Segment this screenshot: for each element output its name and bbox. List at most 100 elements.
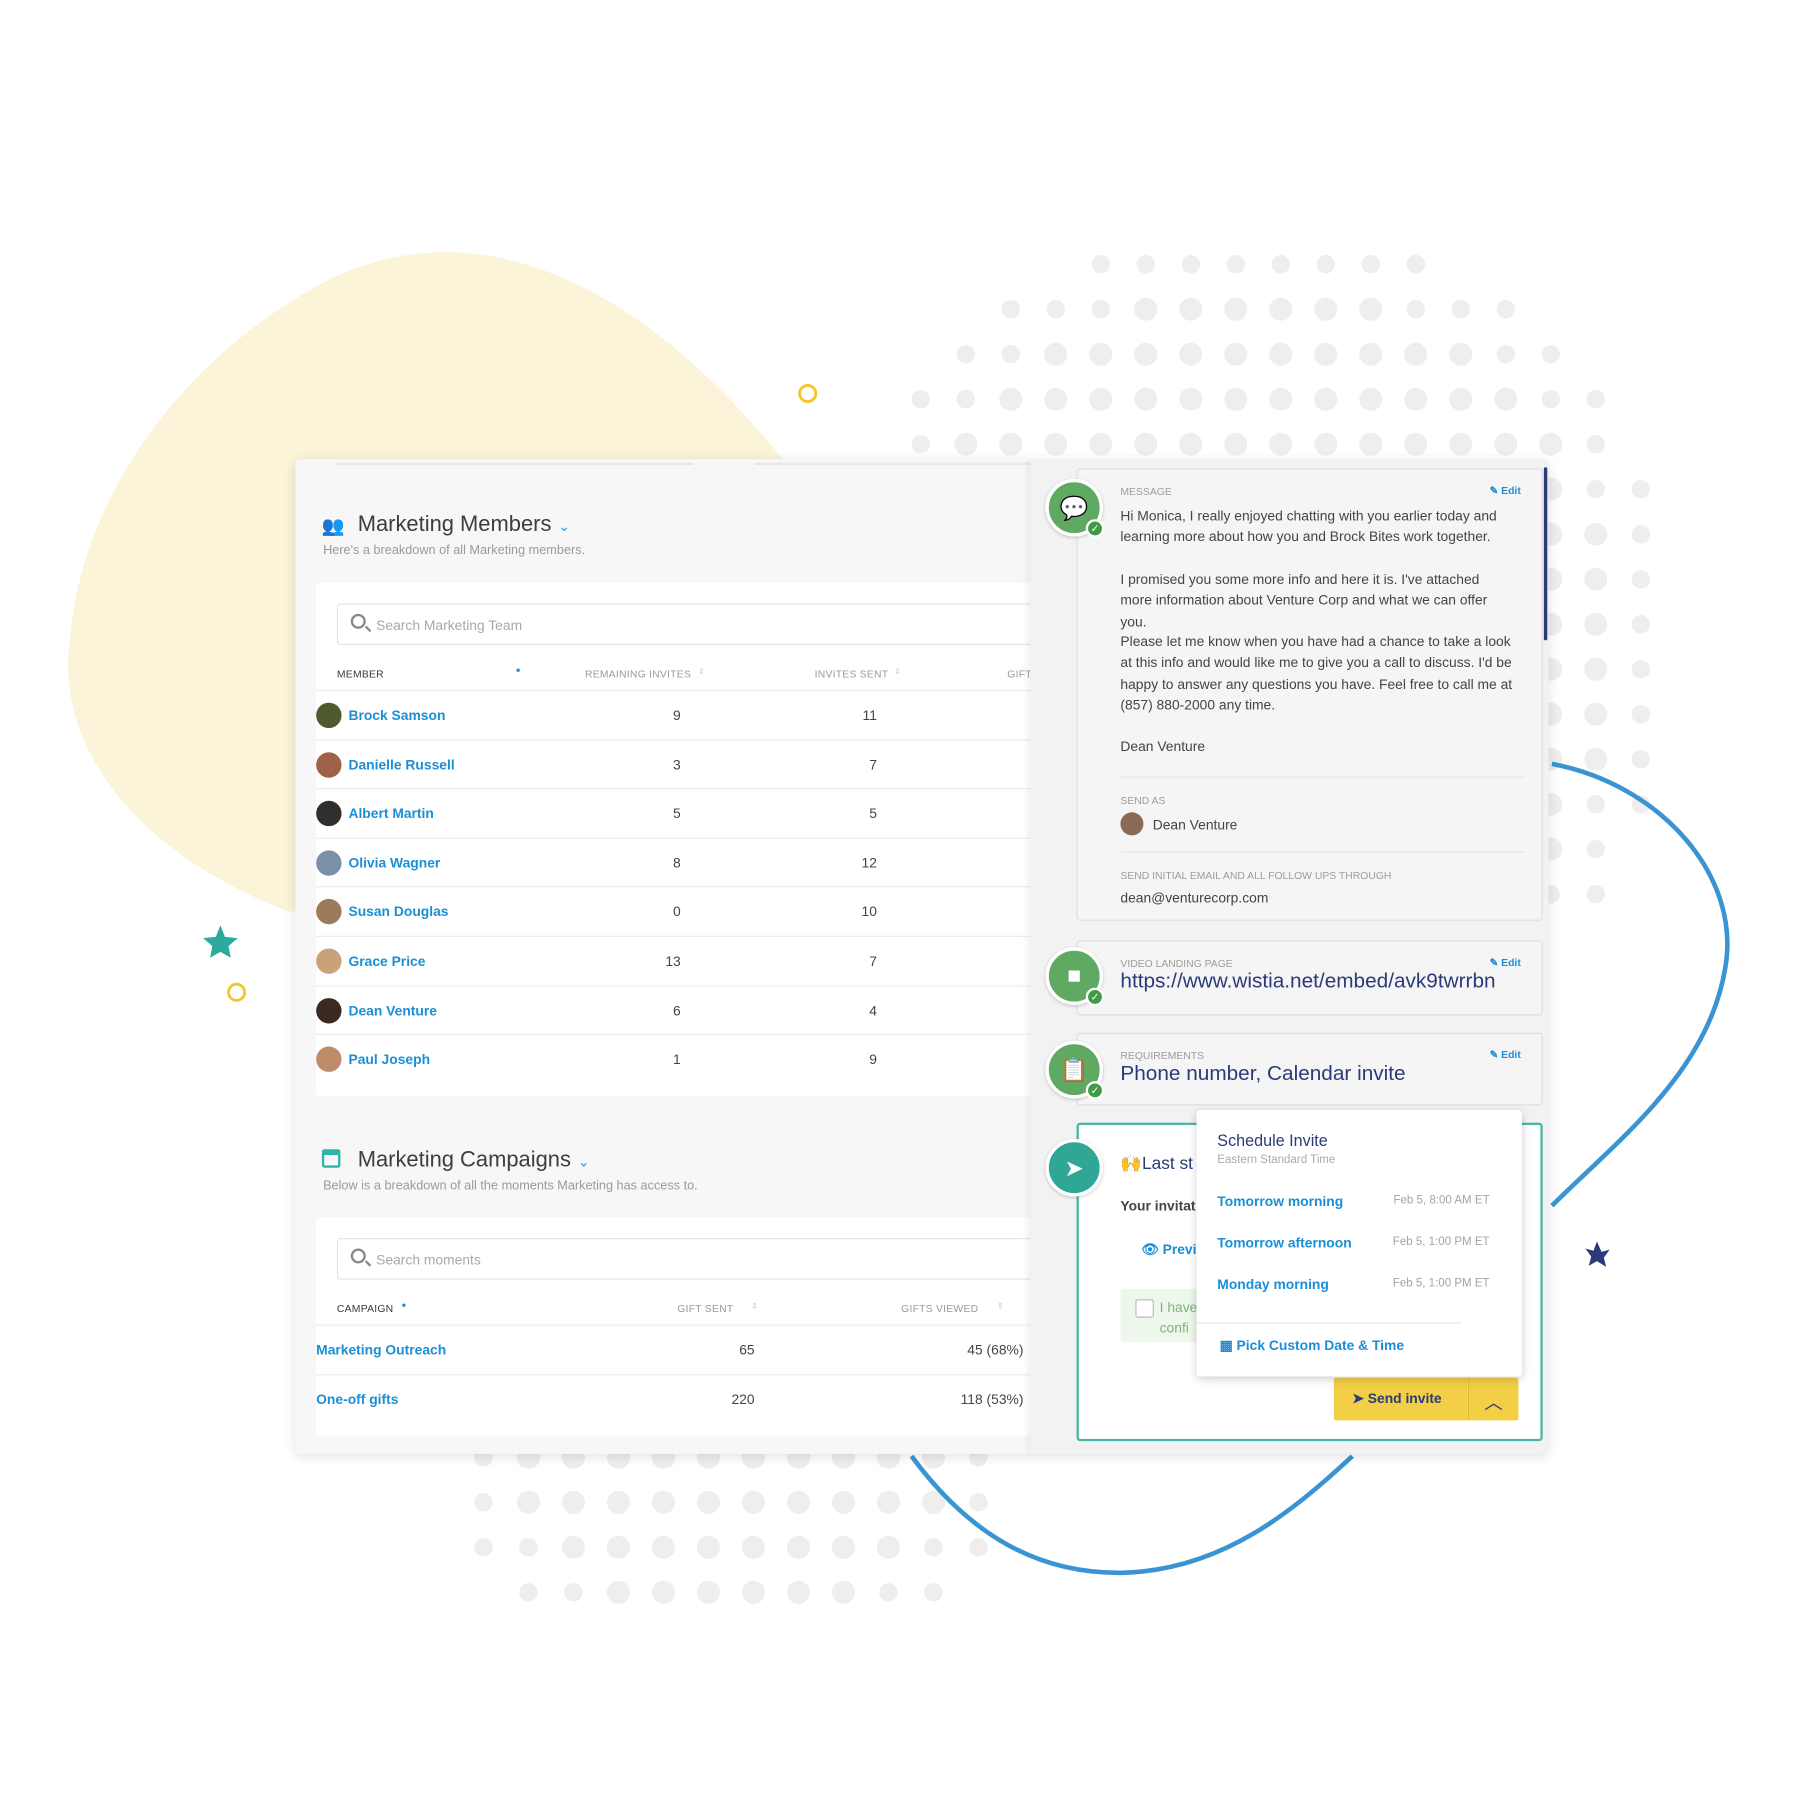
sort-icon[interactable]: ● [516, 667, 521, 675]
preview-link[interactable]: 👁 Previ [1141, 1242, 1196, 1258]
schedule-popover: Schedule Invite Eastern Standard Time To… [1196, 1110, 1522, 1377]
table-row[interactable]: Danielle Russell 3 7 [316, 739, 1031, 789]
sort-icon[interactable]: ⇕ [698, 667, 705, 676]
chevron-down-icon[interactable]: ⌄ [558, 518, 570, 534]
sort-icon[interactable]: ⇕ [894, 667, 901, 676]
campaign-name-link[interactable]: Marketing Outreach [316, 1342, 446, 1358]
dot [1631, 615, 1651, 634]
member-name-link[interactable]: Brock Samson [348, 707, 445, 723]
send-as-value: Dean Venture [1152, 816, 1238, 834]
raised-hands-icon: 🙌 [1120, 1153, 1142, 1174]
dot [1359, 387, 1383, 411]
sort-icon[interactable]: ⇕ [751, 1302, 758, 1311]
calendar-icon [321, 1149, 341, 1168]
schedule-option[interactable]: Tomorrow afternoon Feb 5, 1:00 PM ET [1197, 1235, 1522, 1258]
confirm-checkbox[interactable] [1135, 1299, 1154, 1318]
col-invites-sent[interactable]: Invites Sent [815, 668, 889, 680]
invites-sent: 7 [869, 953, 877, 970]
last-step-title: 🙌Last st [1120, 1153, 1193, 1174]
dot [741, 1535, 766, 1559]
dot [1449, 387, 1473, 411]
campaign-name-link[interactable]: One-off gifts [316, 1391, 398, 1407]
dot [1494, 387, 1518, 411]
dot [999, 432, 1023, 456]
dot [1314, 297, 1338, 321]
send-as-label: Send as [1120, 795, 1166, 807]
table-row[interactable]: Grace Price 13 7 [316, 935, 1031, 986]
chevron-down-icon[interactable]: ⌄ [578, 1154, 590, 1170]
member-name-link[interactable]: Albert Martin [348, 806, 433, 822]
edit-label: Edit [1501, 956, 1521, 969]
dot [1496, 300, 1516, 319]
table-row[interactable]: Paul Joseph 1 9 [316, 1034, 1031, 1084]
schedule-option[interactable]: Tomorrow morning Feb 5, 8:00 AM ET [1197, 1193, 1522, 1216]
schedule-option[interactable]: Monday morning Feb 5, 1:00 PM ET [1197, 1276, 1522, 1299]
sort-icon[interactable]: ● [402, 1302, 407, 1310]
dot [1494, 432, 1518, 456]
members-title[interactable]: Marketing Members ⌄ [358, 512, 570, 537]
remaining-invites: 0 [673, 903, 681, 921]
members-search-input[interactable]: Search Marketing Team [336, 603, 1031, 646]
table-row[interactable]: Olivia Wagner 8 12 [316, 837, 1031, 887]
col-gift[interactable]: Gift [1007, 668, 1030, 680]
campaigns-title[interactable]: Marketing Campaigns ⌄ [358, 1148, 590, 1173]
member-name-link[interactable]: Susan Douglas [348, 904, 448, 920]
avatar [316, 948, 342, 974]
member-name-link[interactable]: Danielle Russell [348, 756, 454, 772]
dot [956, 345, 976, 364]
check-icon: ✓ [1085, 1081, 1105, 1100]
team-icon: 👥 [321, 516, 345, 537]
table-row[interactable]: Albert Martin 5 5 [316, 788, 1031, 838]
dot [1584, 567, 1608, 591]
invites-sent: 11 [862, 707, 877, 724]
dot [651, 1580, 676, 1604]
table-row[interactable]: Susan Douglas 0 10 [316, 886, 1031, 937]
star-navy-icon [1585, 1241, 1610, 1267]
edit-video-button[interactable]: ✎ Edit [1490, 957, 1521, 970]
table-row[interactable]: Marketing Outreach 65 45 (68%) [316, 1324, 1031, 1375]
pick-custom-label: Pick Custom Date & Time [1236, 1337, 1405, 1354]
video-url[interactable]: https://www.wistia.net/embed/avk9twrrbn [1120, 969, 1495, 993]
col-remaining-invites[interactable]: Remaining Invites [585, 668, 691, 680]
col-gift-sent[interactable]: Gift Sent [677, 1303, 733, 1315]
avatar [316, 751, 342, 778]
clipboard-icon: 📋 ✓ [1045, 1040, 1105, 1100]
app-window: 👥 Marketing Members ⌄ Here's a breakdown … [295, 459, 1549, 1454]
member-name-link[interactable]: Olivia Wagner [348, 855, 440, 871]
col-campaign[interactable]: Campaign [337, 1303, 393, 1315]
member-name-link[interactable]: Paul Joseph [348, 1051, 430, 1067]
dot [1226, 255, 1246, 274]
blue-curve-right [1550, 761, 1730, 1208]
schedule-toggle-button[interactable]: ︿ [1467, 1377, 1519, 1421]
sort-icon[interactable]: ⇕ [997, 1302, 1004, 1311]
table-row[interactable]: One-off gifts 220 118 (53%) [316, 1373, 1031, 1424]
campaigns-search-input[interactable]: Search moments [336, 1238, 1031, 1280]
dot [924, 1583, 943, 1602]
dot [1406, 255, 1426, 274]
dot [1631, 705, 1651, 724]
edit-requirements-button[interactable]: ✎ Edit [1490, 1049, 1521, 1062]
requirements-label: Requirements [1120, 1050, 1205, 1062]
col-member[interactable]: Member [337, 668, 384, 680]
remaining-invites: 8 [673, 854, 681, 871]
search-placeholder: Search moments [376, 1251, 481, 1269]
dot [1134, 342, 1158, 366]
confirm-line: I have [1159, 1299, 1198, 1316]
edit-message-button[interactable]: ✎ Edit [1490, 485, 1521, 498]
pick-custom-date-button[interactable]: ▦ Pick Custom Date & Time [1220, 1337, 1404, 1353]
member-name-link[interactable]: Grace Price [348, 953, 425, 969]
col-gifts-viewed[interactable]: Gifts Viewed [901, 1303, 978, 1315]
dot [1224, 297, 1248, 321]
table-row[interactable]: Brock Samson 9 11 [316, 690, 1031, 740]
member-name-link[interactable]: Dean Venture [348, 1002, 437, 1018]
campaigns-subtitle: Below is a breakdown of all the moments … [323, 1179, 698, 1194]
table-row[interactable]: Dean Venture 6 4 [316, 984, 1031, 1035]
dot [1179, 432, 1203, 456]
schedule-option-date: Feb 5, 1:00 PM ET [1392, 1277, 1490, 1291]
dot [1271, 255, 1291, 274]
dot [1404, 387, 1428, 411]
dot [924, 1538, 943, 1557]
scrollbar[interactable] [1543, 467, 1548, 641]
invitation-text: Your invitat [1120, 1197, 1196, 1214]
send-invite-button[interactable]: ➤ Send invite [1333, 1377, 1468, 1421]
